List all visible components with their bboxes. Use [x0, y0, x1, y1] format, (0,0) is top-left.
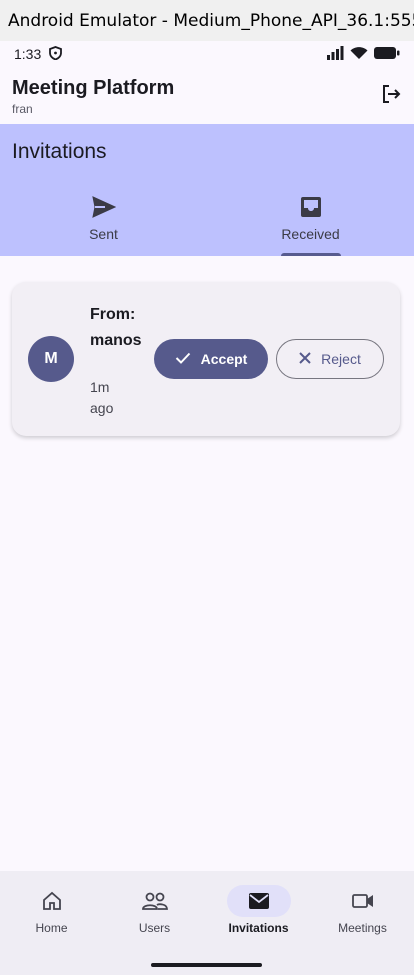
page-title: Invitations [12, 140, 107, 163]
nav-home-label: Home [35, 921, 68, 935]
videocam-icon [331, 885, 395, 917]
avatar: M [28, 336, 74, 382]
accept-label: Accept [200, 351, 248, 367]
app-bar: Meeting Platform fran [0, 67, 414, 124]
check-icon [175, 351, 191, 368]
signal-icon [326, 45, 344, 63]
app-title: Meeting Platform [12, 77, 175, 99]
shield-icon [49, 45, 63, 63]
status-time: 1:33 [14, 46, 42, 62]
nav-item-invitations[interactable]: Invitations [207, 885, 310, 935]
current-user: fran [12, 102, 33, 116]
tab-received[interactable]: Received [207, 194, 414, 256]
invitation-card: M From: manos 1m ago Accept Reject [12, 282, 400, 436]
nav-users-label: Users [138, 921, 171, 935]
tab-selected-indicator [280, 253, 341, 256]
invitation-time: 1m ago [90, 379, 114, 416]
emulator-window-title: Android Emulator - Medium_Phone_API_36.1… [0, 0, 414, 41]
users-icon [123, 885, 187, 917]
reject-button[interactable]: Reject [276, 339, 384, 379]
inbox-icon [298, 194, 324, 220]
status-bar: 1:33 [0, 41, 414, 67]
nav-item-home[interactable]: Home [0, 885, 103, 935]
mail-icon [226, 885, 291, 917]
nav-item-users[interactable]: Users [103, 885, 206, 935]
send-icon [91, 194, 117, 220]
reject-label: Reject [321, 351, 361, 367]
nav-item-meetings[interactable]: Meetings [311, 885, 414, 935]
gesture-handle[interactable] [151, 963, 262, 967]
tab-sent[interactable]: Sent [0, 194, 207, 256]
nav-invitations-label: Invitations [228, 921, 289, 935]
accept-button[interactable]: Accept [154, 339, 268, 379]
bottom-navigation: Home Users Invitations Meetings [0, 871, 414, 975]
wifi-icon [350, 46, 368, 63]
home-icon [20, 885, 84, 917]
invitations-header: Invitations Sent Received [0, 124, 414, 256]
battery-icon [374, 46, 400, 63]
tab-sent-label: Sent [89, 226, 118, 242]
nav-meetings-label: Meetings [338, 921, 387, 935]
invitation-sender: From: manos [90, 306, 142, 349]
logout-icon[interactable] [378, 81, 404, 107]
tab-received-label: Received [281, 226, 340, 242]
close-icon [299, 351, 311, 367]
